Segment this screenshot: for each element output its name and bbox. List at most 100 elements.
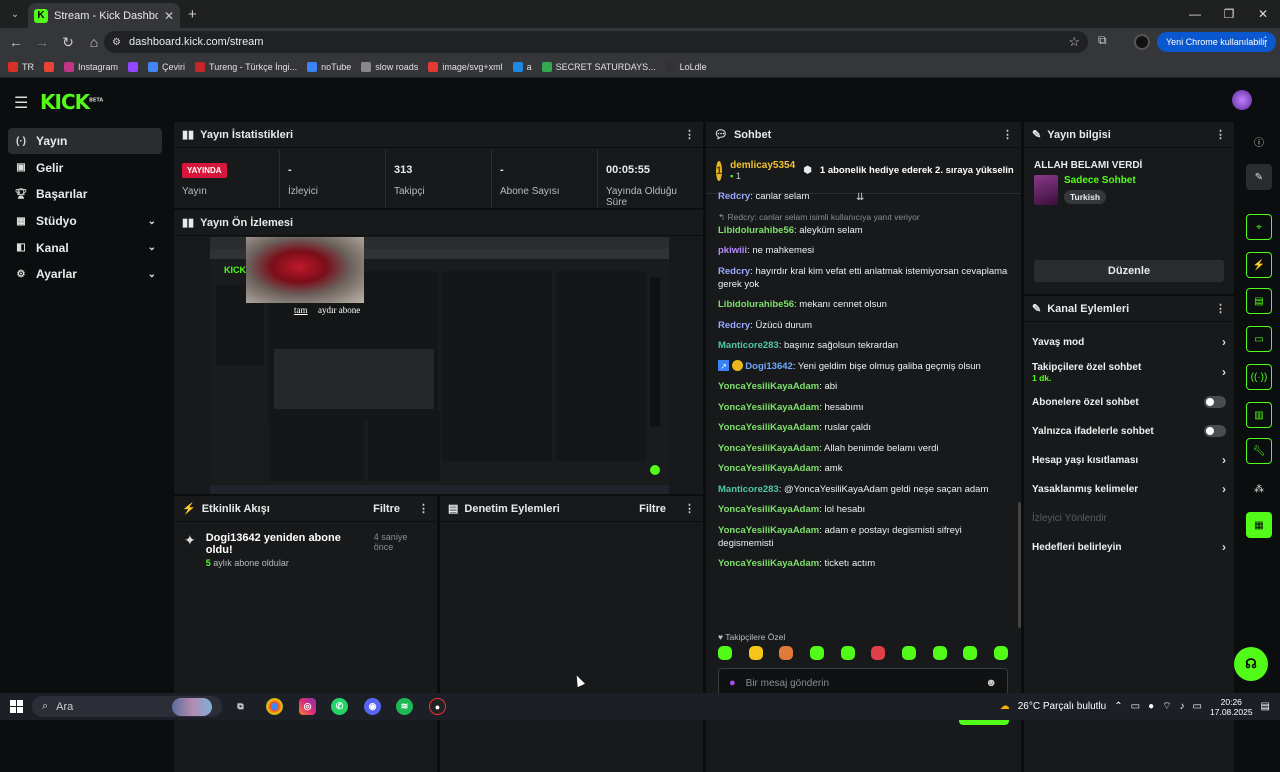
notifications-icon[interactable]: ▤ [1261, 701, 1270, 712]
event-item[interactable]: ✦ Dogi13642 yeniden abone oldu! 5 aylık ab… [174, 522, 437, 568]
emote-icon[interactable] [748, 646, 763, 660]
bookmark-item[interactable]: slow roads [361, 61, 418, 72]
emote-icon[interactable] [932, 646, 947, 660]
home-icon[interactable]: ⌂ [82, 30, 106, 54]
chat-message[interactable]: YoncaYesiliKayaAdam: lol hesabı [718, 503, 1009, 516]
chevron-right-icon[interactable]: › [1222, 540, 1226, 554]
wrench-icon[interactable]: 🔧︎ [1246, 438, 1272, 464]
chevron-right-icon[interactable]: › [1222, 453, 1226, 467]
chat-message[interactable]: YoncaYesiliKayaAdam: hesabımı [718, 401, 1009, 414]
emote-icon[interactable] [993, 646, 1008, 660]
chat-scrollbar[interactable] [1018, 502, 1021, 628]
discord-taskbar-icon[interactable]: ◉ [364, 698, 381, 715]
wifi-icon[interactable]: ⌔ [1162, 700, 1171, 713]
chat-more-icon[interactable]: ⋮ [1002, 128, 1013, 141]
bookmark-item[interactable]: TR [8, 61, 34, 72]
obs-taskbar-icon[interactable]: ● [429, 698, 446, 715]
chat-message[interactable]: Redcry: Üzücü durum [718, 319, 1009, 332]
chat-username[interactable]: Libidolurahibe56 [718, 299, 794, 310]
chat-username[interactable]: Manticore283 [718, 484, 779, 495]
emote-icon[interactable] [779, 646, 794, 660]
clapper-icon[interactable]: ▦ [1246, 512, 1272, 538]
bookmark-item[interactable]: noTube [307, 61, 351, 72]
target-icon[interactable]: ⌖ [1246, 214, 1272, 240]
chat-username[interactable]: Redcry [718, 191, 750, 202]
bookmark-item[interactable]: image/svg+xml [428, 61, 503, 72]
chrome-taskbar-icon[interactable] [266, 698, 283, 715]
instagram-taskbar-icon[interactable]: ◎ [299, 698, 316, 715]
chat-username[interactable]: Redcry [718, 266, 750, 277]
channel-action-item[interactable]: Yasaklanmış kelimeler › [1024, 475, 1234, 503]
chevron-right-icon[interactable]: › [1222, 482, 1226, 496]
chevron-right-icon[interactable]: › [1222, 365, 1226, 379]
chat-username[interactable]: Redcry [718, 320, 750, 331]
channel-action-item[interactable]: Hedefleri belirleyin › [1024, 533, 1234, 561]
chevron-right-icon[interactable]: › [1222, 335, 1226, 349]
chat-message[interactable]: YoncaYesiliKayaAdam: amk [718, 462, 1009, 475]
kick-logo[interactable]: KICKBETA [40, 90, 103, 114]
chat-username[interactable]: YoncaYesiliKayaAdam [718, 504, 819, 515]
reload-icon[interactable]: ↻ [56, 30, 80, 54]
channel-action-item[interactable]: Hesap yaşı kısıtlaması › [1024, 446, 1234, 474]
network-icon[interactable]: ▭ [1131, 701, 1140, 712]
chat-message[interactable]: ↰ Redcry: canlar selam isimli kullanıcıy… [718, 211, 1009, 224]
windows-start-icon[interactable] [10, 700, 23, 713]
clock[interactable]: 20:26 17.08.2025 [1210, 697, 1253, 717]
chat-username[interactable]: YoncaYesiliKayaAdam [718, 402, 819, 413]
task-view-icon[interactable]: ⧉ [232, 698, 249, 715]
tab-search-icon[interactable]: ⌄ [0, 0, 30, 28]
toggle-switch[interactable] [1204, 425, 1226, 437]
help-headset-button[interactable]: ☊ [1234, 647, 1268, 681]
close-tab-icon[interactable]: ✕ [164, 9, 174, 23]
sidebar-item-studio[interactable]: ▦ Stüdyo ⌄ [8, 208, 162, 234]
browser-menu-icon[interactable]: ⋮ [1259, 34, 1272, 50]
chat-message[interactable]: pkiwiii: ne mahkemesi [718, 244, 1009, 257]
emote-icon[interactable] [901, 646, 916, 660]
layers-icon[interactable]: ▥ [1246, 402, 1272, 428]
bookmark-item[interactable] [44, 61, 54, 72]
mic-tray-icon[interactable]: ● [1148, 701, 1154, 712]
menu-icon[interactable]: ☰ [14, 93, 28, 113]
chat-username[interactable]: Dogi13642 [745, 361, 793, 372]
weather-text[interactable]: 26°C Parçalı bulutlu [1018, 701, 1107, 712]
chat-message[interactable]: YoncaYesiliKayaAdam: Allah benimde belam… [718, 442, 1009, 455]
chat-username[interactable]: YoncaYesiliKayaAdam [718, 525, 819, 536]
actions-more-icon[interactable]: ⋮ [1215, 302, 1226, 315]
bookmark-star-icon[interactable]: ☆ [1068, 34, 1080, 50]
nodes-icon[interactable]: ⁂ [1246, 476, 1272, 502]
sidebar-item-trophy[interactable]: 🏆︎ Başarılar [8, 181, 162, 207]
chat-message[interactable]: YoncaYesiliKayaAdam: ruslar çaldı [718, 421, 1009, 434]
chat-username[interactable]: YoncaYesiliKayaAdam [718, 422, 819, 433]
chevron-down-icon[interactable]: ⌄ [148, 269, 156, 280]
forward-icon[interactable]: → [30, 30, 54, 54]
events-more-icon[interactable]: ⋮ [418, 502, 429, 515]
emote-icon[interactable] [809, 646, 824, 660]
user-avatar[interactable] [1232, 90, 1252, 110]
info-more-icon[interactable]: ⋮ [1215, 128, 1226, 141]
mic-icon[interactable]: ● [729, 677, 736, 689]
sidebar-item-broadcast[interactable]: (·) Yayın [8, 128, 162, 154]
bookmark-item[interactable]: Instagram [64, 61, 118, 72]
new-tab-icon[interactable]: + [188, 6, 197, 23]
close-window-icon[interactable]: ✕ [1246, 0, 1280, 28]
sidebar-item-settings[interactable]: ⚙ Ayarlar ⌄ [8, 261, 162, 287]
bolt-icon[interactable]: ⚡ [1246, 252, 1272, 278]
category-name[interactable]: Sadece Sohbet [1064, 175, 1136, 186]
emoji-icon[interactable]: ☻ [985, 677, 997, 689]
chat-message[interactable]: Manticore283: başınız sağolsun tekrardan [718, 339, 1009, 352]
chat-message[interactable]: ↗ Dogi13642: Yeni geldim bişe olmuş gali… [718, 360, 1009, 373]
stream-preview-video[interactable]: KICK tam aydır abone [210, 237, 669, 494]
extensions-icon[interactable]: ⧉ [1098, 33, 1107, 48]
taskbar-search[interactable]: ⌕ Ara [32, 696, 222, 717]
back-icon[interactable]: ← [4, 30, 28, 54]
toggle-switch[interactable] [1204, 396, 1226, 408]
omnibox[interactable]: ⚙ dashboard.kick.com/stream ☆ [104, 31, 1088, 53]
chat-username[interactable]: pkiwiii [718, 245, 747, 256]
profile-avatar[interactable] [1134, 34, 1150, 50]
chat-username[interactable]: YoncaYesiliKayaAdam [718, 381, 819, 392]
volume-icon[interactable]: ♪ [1180, 701, 1185, 712]
bookmark-item[interactable]: Tureng - Türkçe İngi... [195, 61, 297, 72]
bookmark-item[interactable]: SECRET SATURDAYS... [541, 61, 656, 72]
stats-more-icon[interactable]: ⋮ [684, 128, 695, 141]
chat-username[interactable]: Libidolurahibe56 [718, 225, 794, 236]
